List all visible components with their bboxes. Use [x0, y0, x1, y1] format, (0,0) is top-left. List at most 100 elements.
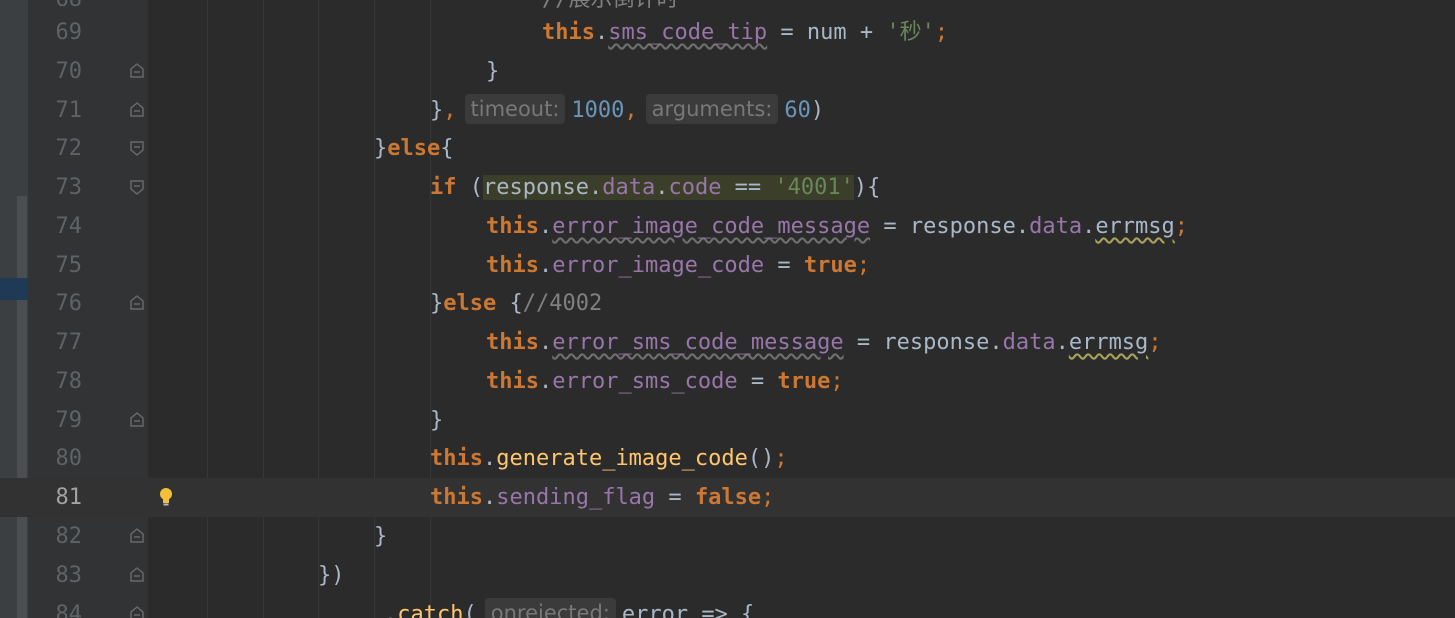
fold-marker-icon[interactable] [129, 606, 145, 618]
code-token: . [384, 602, 398, 618]
line-number[interactable]: 72 [28, 129, 83, 168]
code-text[interactable]: this.sending_flag = false; [430, 478, 774, 517]
code-text[interactable]: this.error_sms_code_message = response.d… [486, 323, 1162, 362]
code-line[interactable]: 69 this.sms_code_tip = num + '秒'; [0, 13, 1455, 52]
code-text[interactable]: if (response.data.code == '4001'){ [430, 168, 880, 207]
code-token: response. [483, 175, 603, 200]
code-token: code [668, 175, 722, 200]
code-token: { [496, 291, 523, 316]
code-token: ; [1174, 214, 1189, 239]
line-number[interactable]: 77 [28, 323, 83, 362]
code-text[interactable]: } [374, 517, 387, 556]
code-token: { [440, 136, 454, 161]
code-token: this [430, 446, 483, 471]
line-number[interactable]: 82 [28, 517, 83, 556]
code-line[interactable]: 83}) [0, 556, 1455, 595]
fold-marker-icon[interactable] [129, 295, 145, 311]
line-number[interactable]: 83 [28, 556, 83, 595]
fold-marker-icon[interactable] [129, 63, 145, 79]
code-token: this [486, 369, 539, 394]
fold-marker-icon[interactable] [129, 567, 145, 583]
code-token: else [387, 136, 441, 161]
code-text[interactable]: }else {//4002 [430, 284, 602, 323]
code-line[interactable]: 81 this.sending_flag = false; [0, 478, 1455, 517]
fold-marker-icon[interactable] [129, 179, 145, 195]
code-line[interactable]: 77 this.error_sms_code_message = response… [0, 323, 1455, 362]
code-token: == [721, 175, 775, 200]
code-line[interactable]: 73 if (response.data.code == '4001'){ [0, 168, 1455, 207]
code-text[interactable]: } [486, 52, 499, 91]
code-token: '秒' [886, 20, 935, 45]
code-token: error_image_code_message [552, 214, 871, 239]
code-line[interactable]: 80 this.generate_image_code(); [0, 439, 1455, 478]
parameter-hint: arguments: [645, 94, 779, 124]
code-line[interactable]: 75 this.error_image_code = true; [0, 246, 1455, 285]
code-line[interactable]: 74 this.error_image_code_message = respon… [0, 207, 1455, 246]
line-number[interactable]: 81 [28, 478, 83, 517]
code-token: else [443, 291, 497, 316]
lightbulb-icon[interactable] [157, 486, 175, 508]
code-token: this [486, 214, 539, 239]
code-token: } [430, 98, 444, 123]
code-token: ; [774, 446, 788, 471]
code-line[interactable]: 72}else{ [0, 129, 1455, 168]
line-number[interactable]: 73 [28, 168, 83, 207]
code-token: 1000 [571, 98, 625, 123]
code-line[interactable]: 70} [0, 52, 1455, 91]
line-number[interactable]: 78 [28, 362, 83, 401]
code-text[interactable]: this.error_image_code_message = response… [486, 207, 1188, 246]
code-token: . [538, 330, 553, 355]
code-token: . [482, 446, 497, 471]
code-token: this [430, 485, 483, 510]
line-number[interactable]: 84 [28, 595, 83, 618]
code-text[interactable]: }, timeout: 1000, arguments: 60) [430, 91, 824, 130]
code-token: . [538, 369, 553, 394]
code-line[interactable]: 71 }, timeout: 1000, arguments: 60) [0, 91, 1455, 130]
line-number[interactable]: 76 [28, 284, 83, 323]
line-number[interactable]: 69 [28, 13, 83, 52]
code-line[interactable]: 79} [0, 401, 1455, 440]
code-token: . [1055, 330, 1069, 355]
code-token: } [430, 408, 444, 433]
fold-marker-icon[interactable] [129, 528, 145, 544]
code-token: sms_code_tip [608, 20, 768, 45]
fold-marker-icon[interactable] [129, 102, 145, 118]
fold-marker-icon[interactable] [129, 412, 145, 428]
line-number[interactable]: 70 [28, 52, 83, 91]
parameter-hint: timeout: [464, 94, 566, 124]
code-text[interactable]: .catch(onrejected: error => { [384, 595, 754, 618]
code-token: } [374, 136, 388, 161]
code-token: error_sms_code [552, 369, 738, 394]
line-number[interactable]: 71 [28, 91, 83, 130]
code-token: data [1029, 214, 1083, 239]
code-text[interactable]: this.sms_code_tip = num + '秒'; [542, 13, 948, 52]
code-token: error_image_code [552, 253, 765, 278]
code-text[interactable]: } [430, 401, 443, 440]
code-line[interactable]: 78 this.error_sms_code = true; [0, 362, 1455, 401]
code-token: } [486, 59, 500, 84]
code-token: = response. [843, 330, 1003, 355]
line-number[interactable]: 79 [28, 401, 83, 440]
line-number[interactable]: 74 [28, 207, 83, 246]
code-token: true [777, 369, 831, 394]
code-token: error_sms_code_message [552, 330, 844, 355]
code-text[interactable]: this.error_sms_code = true; [486, 362, 844, 401]
code-line[interactable]: 84 .catch(onrejected: error => { [0, 595, 1455, 618]
code-editor[interactable]: 68//展示倒计时69this.sms_code_tip = num + '秒'… [0, 0, 1455, 618]
code-text[interactable]: }else{ [374, 129, 453, 168]
code-token: ; [830, 369, 844, 394]
line-number[interactable]: 75 [28, 246, 83, 285]
code-line[interactable]: 76 }else {//4002 [0, 284, 1455, 323]
code-token: ; [856, 253, 871, 278]
code-text[interactable]: }) [318, 556, 345, 595]
code-token: 60 [784, 98, 811, 123]
code-token: errmsg [1095, 214, 1175, 239]
code-line[interactable]: 82} [0, 517, 1455, 556]
code-text[interactable]: this.generate_image_code(); [430, 439, 788, 478]
code-token: ) [810, 98, 825, 123]
fold-marker-icon[interactable] [129, 140, 145, 156]
code-text[interactable]: this.error_image_code = true; [486, 246, 870, 285]
code-token: ( [463, 602, 477, 618]
code-token: //4002 [522, 291, 603, 316]
line-number[interactable]: 80 [28, 439, 83, 478]
